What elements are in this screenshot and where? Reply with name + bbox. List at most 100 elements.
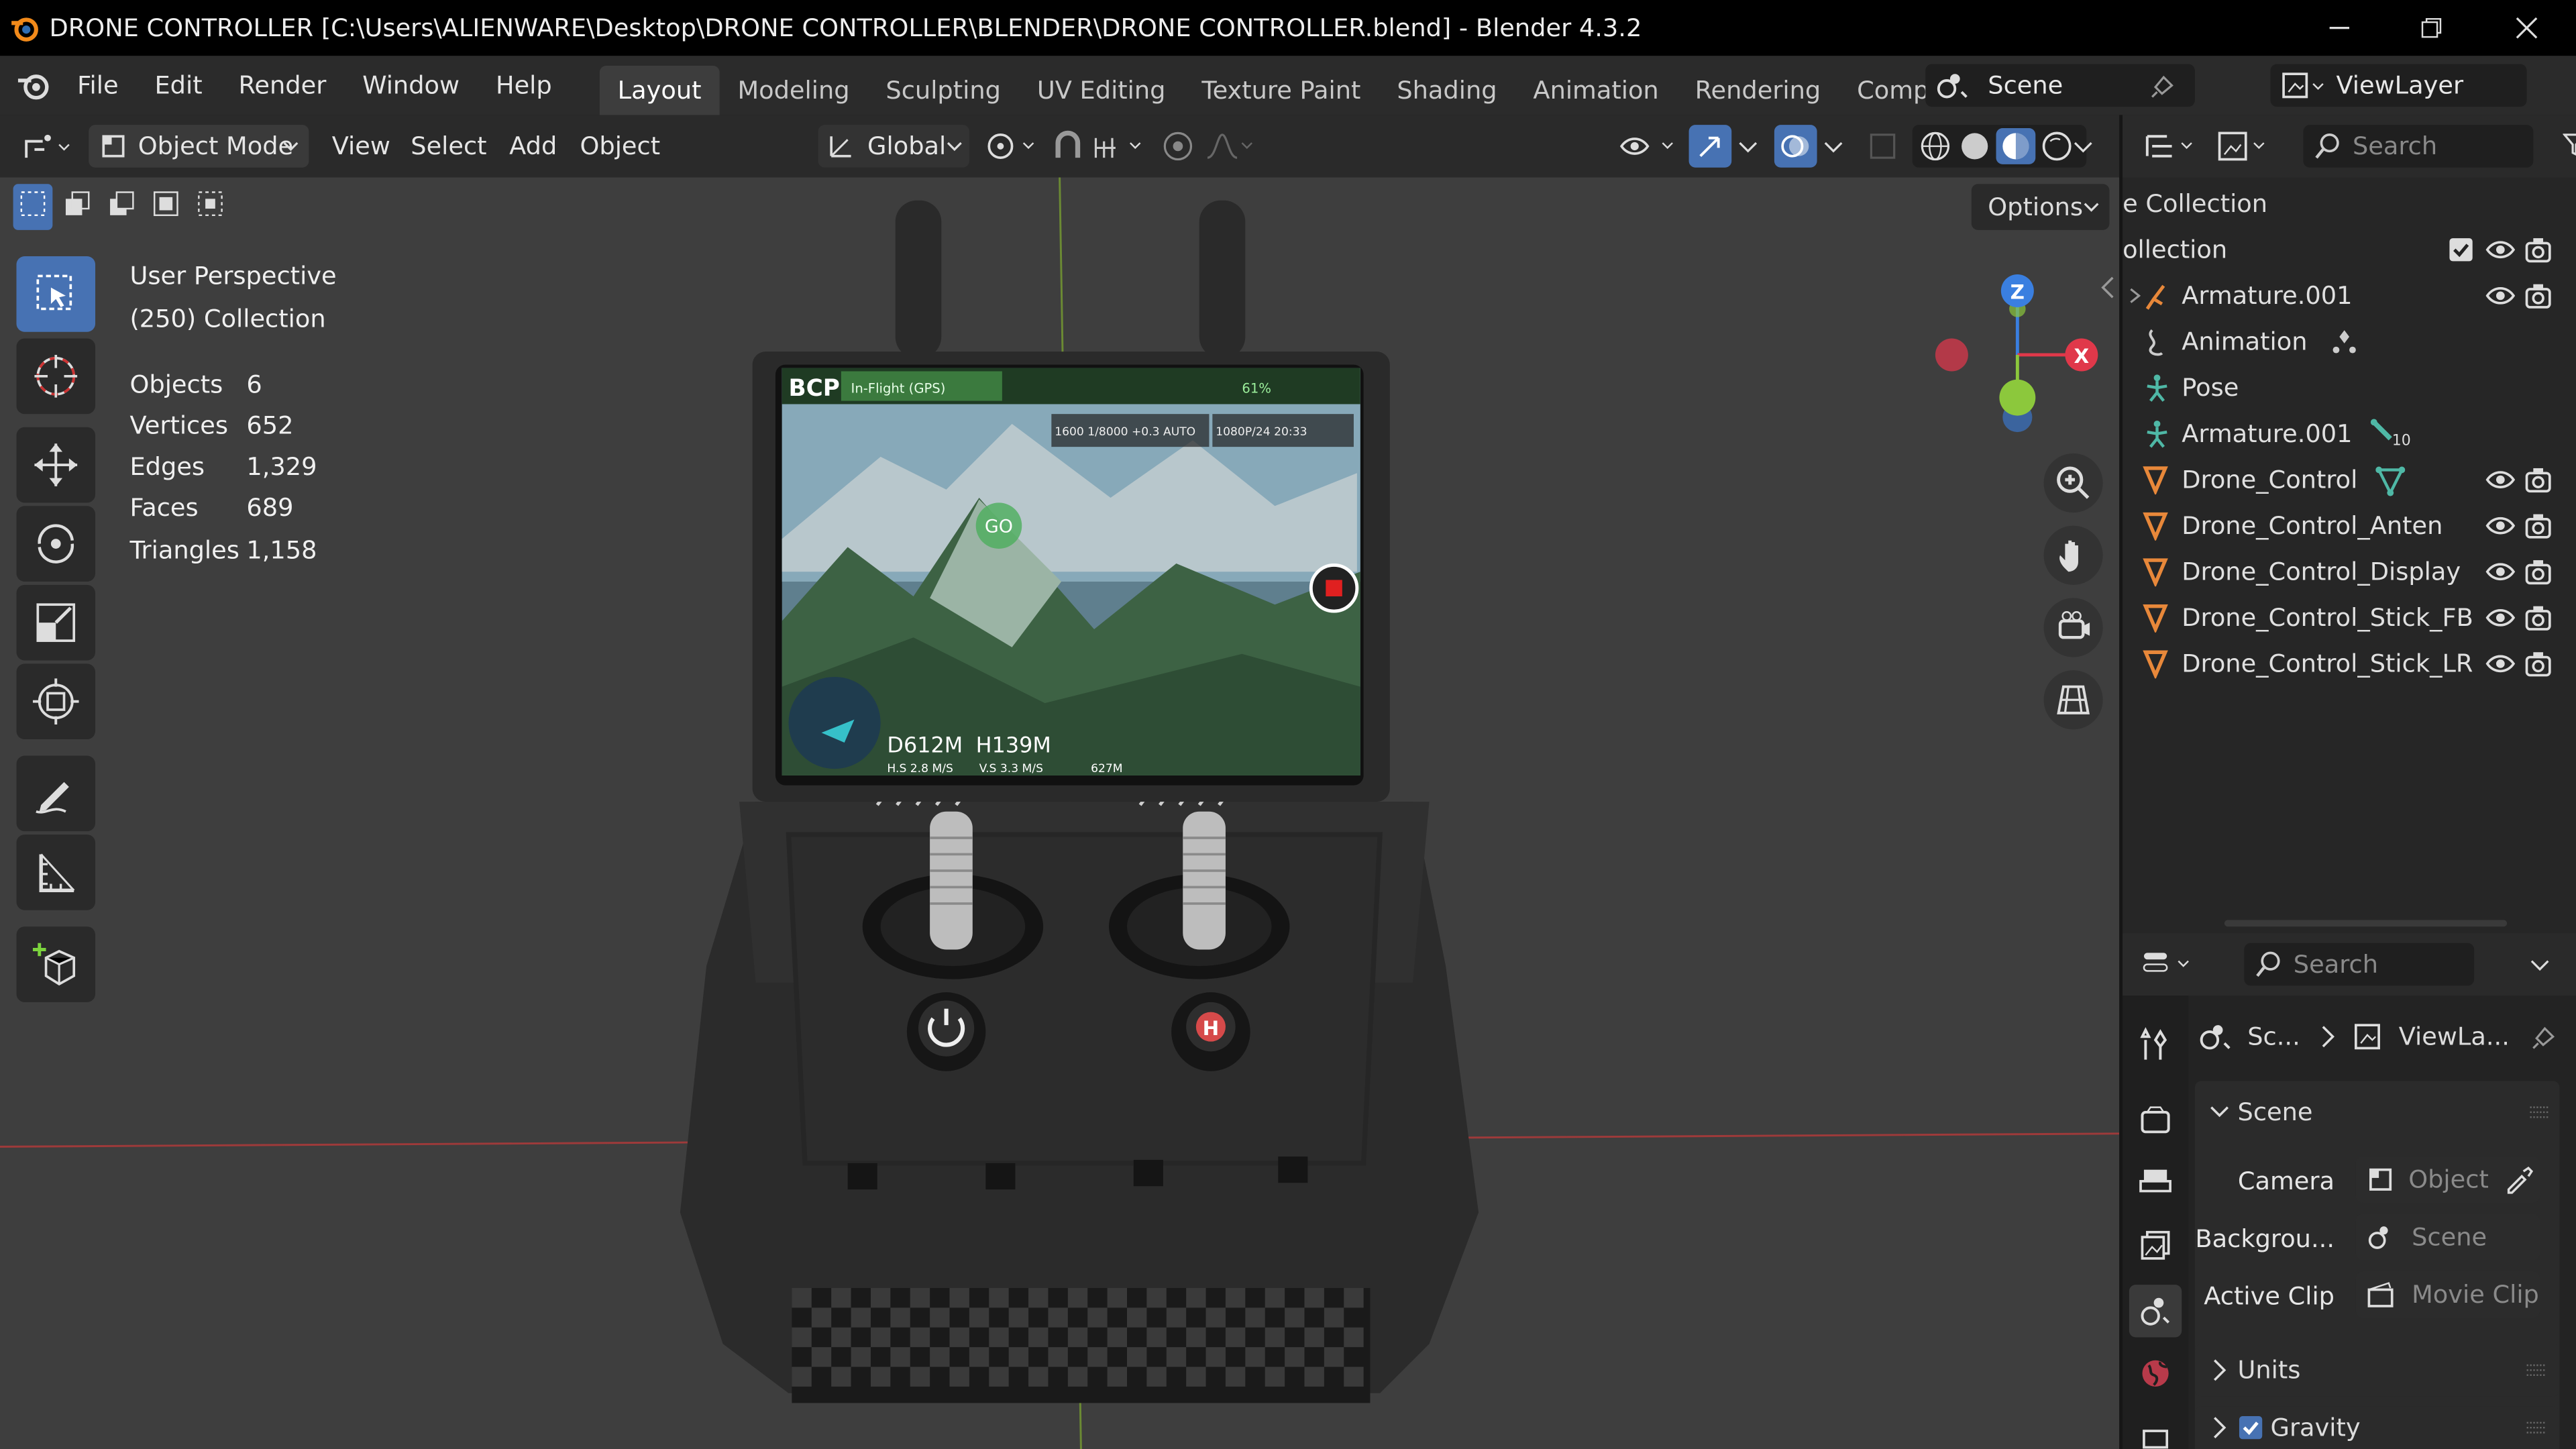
outliner-item-stick-lr[interactable]: Drone_Control_Stick_LR xyxy=(2123,641,2576,687)
menu-edit[interactable]: Edit xyxy=(137,56,221,115)
3d-viewport[interactable]: H BCP In-Flight (GPS) 61% 1600 1/8000 +0… xyxy=(0,177,2120,1449)
eye-icon[interactable] xyxy=(2484,559,2517,585)
eye-icon[interactable] xyxy=(2484,513,2517,539)
drone-controller-model[interactable]: H BCP In-Flight (GPS) 61% 1600 1/8000 +0… xyxy=(657,194,1511,1426)
properties-editor-type-icon[interactable] xyxy=(2139,947,2195,983)
view-layer-tab-icon[interactable] xyxy=(2129,1219,2182,1271)
transform-tool[interactable] xyxy=(16,663,96,740)
restore-button[interactable] xyxy=(2385,0,2477,56)
background-scene-field[interactable]: Scene xyxy=(2355,1214,2540,1260)
properties-search-input[interactable]: Search xyxy=(2244,943,2475,986)
eyedropper-icon[interactable] xyxy=(2504,1165,2534,1194)
camera-view-icon[interactable] xyxy=(2043,598,2103,657)
display-mode-icon[interactable] xyxy=(2214,128,2270,164)
solid-shading-icon[interactable] xyxy=(1957,128,1993,164)
snap-target-icon[interactable] xyxy=(1091,125,1146,168)
pivot-point-icon[interactable] xyxy=(982,125,1041,168)
visibility-dropdown-icon[interactable] xyxy=(1617,125,1679,168)
tab-sculpting[interactable]: Sculpting xyxy=(867,66,1018,115)
outliner-item-armature-data[interactable]: Armature.001 10 xyxy=(2123,411,2576,457)
chevron-down-icon[interactable] xyxy=(2074,125,2093,168)
eye-icon[interactable] xyxy=(2484,282,2517,309)
gizmos-toggle-icon[interactable] xyxy=(1688,125,1732,168)
select-invert-icon[interactable] xyxy=(146,184,186,230)
ortho-grid-icon[interactable] xyxy=(2043,670,2103,730)
blender-menu-icon[interactable] xyxy=(16,67,52,103)
tab-rendering[interactable]: Rendering xyxy=(1677,66,1839,115)
gravity-checkbox[interactable] xyxy=(2238,1415,2264,1441)
chevron-down-icon[interactable] xyxy=(1823,125,1843,168)
outliner-item-stick-fb[interactable]: Drone_Control_Stick_FB xyxy=(2123,595,2576,641)
cursor-tool[interactable] xyxy=(16,338,96,415)
mode-dropdown[interactable]: Object Mode xyxy=(89,125,309,168)
options-dropdown[interactable]: Options xyxy=(1971,184,2110,230)
eye-icon[interactable] xyxy=(2484,604,2517,631)
pin-icon[interactable] xyxy=(2530,1022,2559,1051)
drag-handle-icon[interactable] xyxy=(2530,1106,2550,1119)
scene-tab-icon[interactable] xyxy=(2129,1285,2182,1338)
camera-render-icon[interactable] xyxy=(2524,511,2553,541)
annotate-tool[interactable] xyxy=(16,755,96,832)
outliner-item-drone-control[interactable]: Drone_Control xyxy=(2123,457,2576,503)
material-preview-icon[interactable] xyxy=(1996,128,2036,164)
outliner-scrollbar[interactable] xyxy=(2224,920,2508,927)
tab-layout[interactable]: Layout xyxy=(599,65,720,115)
editor-type-button[interactable] xyxy=(16,125,78,168)
outliner-item-antennas[interactable]: Drone_Control_Antennas xyxy=(2123,502,2576,549)
select-extend-icon[interactable] xyxy=(58,184,97,230)
drag-handle-icon[interactable] xyxy=(2526,1421,2546,1434)
tab-texture-paint[interactable]: Texture Paint xyxy=(1183,66,1379,115)
menu-help[interactable]: Help xyxy=(478,56,570,115)
add-cube-tool[interactable] xyxy=(16,926,96,1002)
pan-hand-icon[interactable] xyxy=(2043,525,2103,585)
menu-view[interactable]: View xyxy=(332,125,390,168)
camera-render-icon[interactable] xyxy=(2524,281,2553,311)
tool-tab-icon[interactable] xyxy=(2129,1018,2182,1071)
breadcrumb-viewlayer[interactable]: ViewLa... xyxy=(2399,1022,2510,1051)
menu-object[interactable]: Object xyxy=(580,125,660,168)
camera-field[interactable]: Object xyxy=(2355,1157,2540,1203)
units-panel-header[interactable]: Units xyxy=(2194,1344,2560,1397)
outliner-item-animation[interactable]: Animation xyxy=(2123,319,2576,365)
menu-file[interactable]: File xyxy=(59,56,136,115)
scene-collection-label[interactable]: e Collection xyxy=(2123,189,2267,219)
camera-render-icon[interactable] xyxy=(2524,649,2553,678)
close-button[interactable] xyxy=(2481,0,2573,56)
breadcrumb-scene[interactable]: Sc... xyxy=(2247,1022,2300,1051)
menu-select[interactable]: Select xyxy=(411,125,486,168)
rendered-shading-icon[interactable] xyxy=(2039,128,2075,164)
navigation-gizmo[interactable]: Z X xyxy=(1922,270,2102,450)
menu-add[interactable]: Add xyxy=(509,125,557,168)
chevron-down-icon[interactable] xyxy=(1738,125,1758,168)
move-tool[interactable] xyxy=(16,427,96,503)
snap-toggle-icon[interactable] xyxy=(1048,125,1087,168)
viewlayer-selector[interactable]: ViewLayer xyxy=(2270,64,2527,107)
eye-icon[interactable] xyxy=(2484,237,2517,263)
render-tab-icon[interactable] xyxy=(2129,1094,2182,1146)
scale-tool[interactable] xyxy=(16,584,96,661)
collection-row[interactable]: ollection xyxy=(2123,227,2576,273)
scene-selector[interactable]: Scene xyxy=(1925,64,2195,107)
tab-uv-editing[interactable]: UV Editing xyxy=(1019,66,1184,115)
pin-icon[interactable] xyxy=(2149,70,2178,100)
outliner-item-armature[interactable]: Armature.001 xyxy=(2123,273,2576,319)
minimize-button[interactable] xyxy=(2294,0,2385,56)
tab-shading[interactable]: Shading xyxy=(1379,66,1515,115)
camera-render-icon[interactable] xyxy=(2524,235,2553,264)
chevron-down-icon[interactable] xyxy=(2530,956,2549,972)
tab-modeling[interactable]: Modeling xyxy=(720,66,868,115)
wireframe-shading-icon[interactable] xyxy=(1917,128,1953,164)
rotate-tool[interactable] xyxy=(16,506,96,582)
gravity-panel-header[interactable]: Gravity xyxy=(2194,1406,2560,1449)
sidebar-toggle-icon[interactable] xyxy=(2100,276,2116,299)
outliner-editor-type-icon[interactable] xyxy=(2142,128,2198,164)
active-clip-field[interactable]: Movie Clip xyxy=(2355,1271,2540,1318)
output-tab-icon[interactable] xyxy=(2129,1157,2182,1209)
world-tab-icon[interactable] xyxy=(2129,1347,2182,1399)
camera-render-icon[interactable] xyxy=(2524,465,2553,494)
zoom-icon[interactable] xyxy=(2043,453,2103,513)
camera-render-icon[interactable] xyxy=(2524,603,2553,633)
measure-tool[interactable] xyxy=(16,835,96,910)
select-new-icon[interactable] xyxy=(13,184,53,230)
outliner-search-input[interactable]: Search xyxy=(2303,125,2534,168)
